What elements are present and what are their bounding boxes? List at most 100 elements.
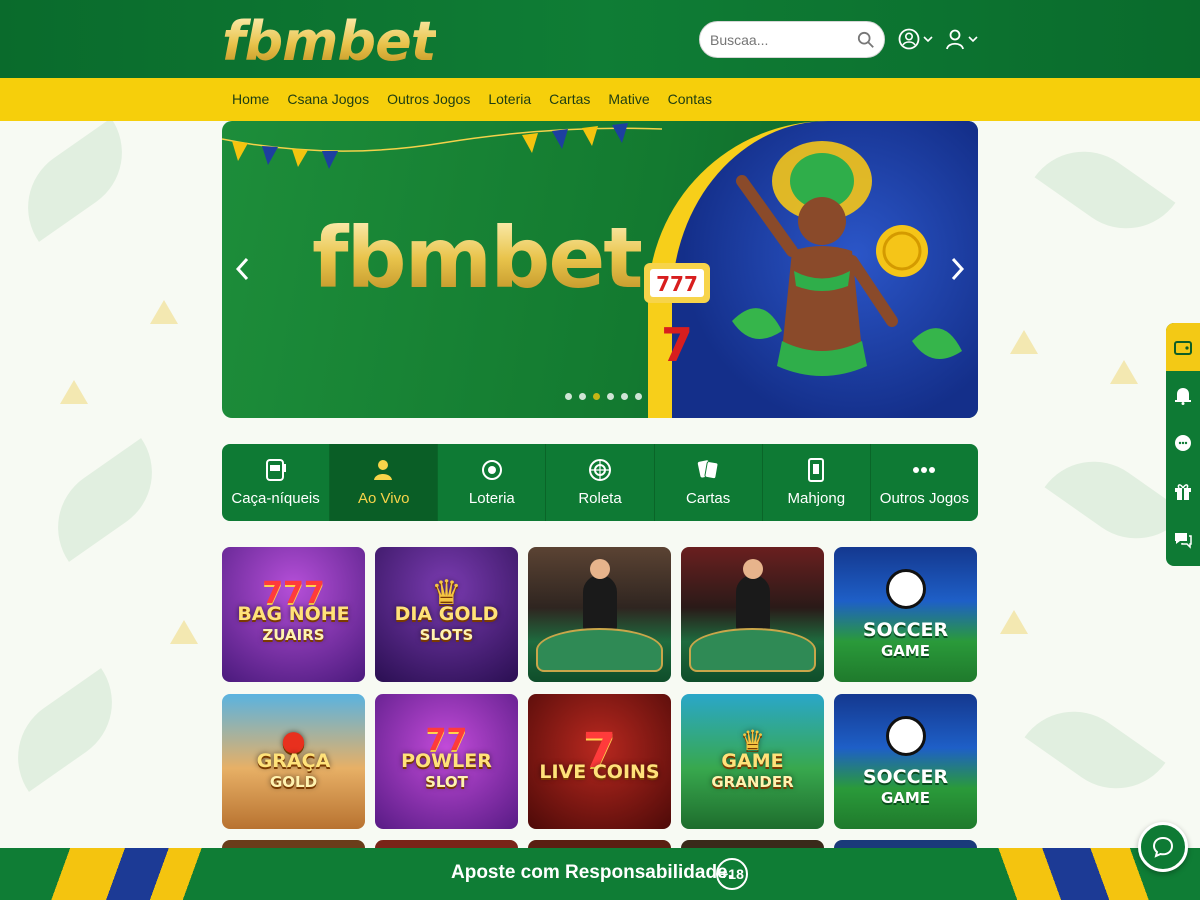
- game-subtitle: SLOTS: [419, 626, 474, 644]
- hero-banner[interactable]: 777 7 fbmbet: [222, 121, 978, 418]
- seven-graphic: 7: [582, 722, 617, 779]
- roulette-icon: [588, 459, 611, 481]
- slot-machine-icon: [265, 459, 286, 481]
- support-button[interactable]: [1166, 515, 1200, 563]
- game-title-block: 7 LIVE COINS: [533, 722, 665, 783]
- search-box[interactable]: [699, 21, 885, 58]
- nav-item-cartas[interactable]: Cartas: [549, 91, 590, 107]
- messages-button[interactable]: [1166, 419, 1200, 467]
- svg-text:777: 777: [656, 272, 698, 296]
- promotions-button[interactable]: [1166, 467, 1200, 515]
- banner-pagination: [565, 393, 642, 400]
- responsible-gaming-footer: Aposte com Responsabilidade. +18: [0, 848, 1200, 900]
- game-subtitle: GOLD: [269, 773, 318, 791]
- support-chat-icon: [1175, 533, 1192, 549]
- category-tab-roleta[interactable]: Roleta: [546, 444, 655, 521]
- gift-icon: [1175, 484, 1191, 500]
- game-title: SOCCER: [862, 765, 949, 788]
- game-tile[interactable]: SOCCER GAME: [834, 547, 977, 682]
- side-quick-menu: [1166, 323, 1200, 566]
- category-tab-caca-niqueis[interactable]: Caça-níqueis: [222, 444, 331, 521]
- age-restriction-badge: +18: [716, 858, 748, 890]
- chevron-right-icon[interactable]: [944, 249, 970, 289]
- nav-item-home[interactable]: Home: [232, 91, 269, 107]
- category-tab-outros-jogos[interactable]: Outros Jogos: [871, 444, 978, 521]
- game-tile[interactable]: 7 LIVE COINS: [528, 694, 671, 829]
- lottery-ball-icon: [481, 460, 502, 480]
- carnival-dancer-illustration: [732, 141, 962, 376]
- carousel-dot[interactable]: [565, 393, 572, 400]
- more-dots-icon: [913, 467, 936, 473]
- category-tab-mahjong[interactable]: Mahjong: [763, 444, 871, 521]
- game-subtitle: GAME: [880, 788, 931, 807]
- account-menu[interactable]: [898, 26, 933, 52]
- flag-stripes-left: [30, 848, 220, 900]
- game-tile[interactable]: ♛ GAME GRANDER: [681, 694, 824, 829]
- game-title: POWLER: [401, 750, 492, 772]
- main-nav: Home Csana Jogos Outros Jogos Loteria Ca…: [0, 78, 1200, 121]
- live-chat-button[interactable]: [1138, 822, 1188, 872]
- nav-item-loteria[interactable]: Loteria: [488, 91, 531, 107]
- game-tile[interactable]: ● GRAÇA GOLD: [222, 694, 365, 829]
- dealer-figure: [735, 559, 770, 631]
- category-label: Caça-níqueis: [231, 490, 320, 507]
- live-dealer-icon: [373, 460, 392, 480]
- wallet-icon: [1174, 341, 1192, 355]
- game-subtitle: SLOT: [425, 773, 468, 791]
- category-tab-ao-vivo[interactable]: Ao Vivo: [330, 444, 439, 521]
- blackjack-table: [536, 628, 663, 672]
- category-label: Loteria: [468, 490, 515, 507]
- game-tile[interactable]: [681, 547, 824, 682]
- search-input[interactable]: [710, 30, 850, 50]
- carousel-dot[interactable]: [607, 393, 614, 400]
- user-menu[interactable]: [945, 26, 978, 52]
- game-subtitle: GAME: [880, 641, 931, 660]
- carousel-dot[interactable]: [635, 393, 642, 400]
- nav-item-mative[interactable]: Mative: [608, 91, 649, 107]
- nav-item-outros-jogos[interactable]: Outros Jogos: [387, 91, 470, 107]
- cards-icon: [697, 460, 719, 480]
- top-header: fbmbet: [0, 0, 1200, 78]
- game-title: DIA GOLD: [394, 603, 499, 625]
- game-title: BAG NOHE: [237, 603, 350, 625]
- category-tab-loteria[interactable]: Loteria: [438, 444, 547, 521]
- game-tile[interactable]: 777 BAG NOHE ZUAIRS: [222, 547, 365, 682]
- game-tile[interactable]: ♛ DIA GOLD SLOTS: [375, 547, 518, 682]
- chevron-left-icon[interactable]: [230, 249, 256, 289]
- nav-item-contas[interactable]: Contas: [668, 91, 712, 107]
- svg-text:7: 7: [661, 318, 693, 372]
- game-tile[interactable]: 77 POWLER SLOT: [375, 694, 518, 829]
- game-title-block: ♛ DIA GOLD SLOTS: [389, 573, 505, 646]
- nav-item-csana-jogos[interactable]: Csana Jogos: [287, 91, 369, 107]
- game-title-block: ● GRAÇA GOLD: [251, 727, 337, 793]
- carousel-dot[interactable]: [593, 393, 600, 400]
- lion-emblem-icon: ♛: [431, 573, 462, 613]
- slot-reels-icon: 777 7: [644, 263, 710, 372]
- banner-logo-text: fbmbet: [312, 209, 643, 307]
- game-tile[interactable]: SOCCER GAME: [834, 694, 977, 829]
- game-title: GRAÇA: [256, 750, 331, 772]
- game-grid: 777 BAG NOHE ZUAIRS ♛ DIA GOLD SLOTS SOC…: [222, 547, 978, 829]
- category-label: Cartas: [686, 490, 731, 507]
- chat-bubbles-icon: [1175, 435, 1191, 451]
- bell-icon: [1175, 388, 1191, 405]
- mahjong-tile-icon: [808, 458, 825, 482]
- game-tile[interactable]: [528, 547, 671, 682]
- chat-bubble-icon: [1152, 836, 1174, 858]
- carousel-dot[interactable]: [579, 393, 586, 400]
- game-title: GAME: [721, 750, 784, 772]
- crown-icon: ♛: [739, 724, 766, 757]
- category-tab-cartas[interactable]: Cartas: [655, 444, 763, 521]
- game-subtitle: GRANDER: [711, 773, 794, 791]
- game-title: SOCCER: [862, 618, 949, 641]
- site-logo[interactable]: fbmbet: [222, 10, 437, 73]
- responsible-gaming-message: Aposte com Responsabilidade.: [451, 862, 733, 883]
- category-label: Ao Vivo: [357, 490, 410, 507]
- search-icon[interactable]: [857, 31, 875, 49]
- notifications-button[interactable]: [1166, 371, 1200, 419]
- wallet-button[interactable]: [1166, 323, 1200, 371]
- carousel-dot[interactable]: [621, 393, 628, 400]
- game-subtitle: ZUAIRS: [262, 626, 325, 644]
- category-label: Roleta: [578, 490, 622, 507]
- game-title-block: SOCCER GAME: [857, 618, 954, 662]
